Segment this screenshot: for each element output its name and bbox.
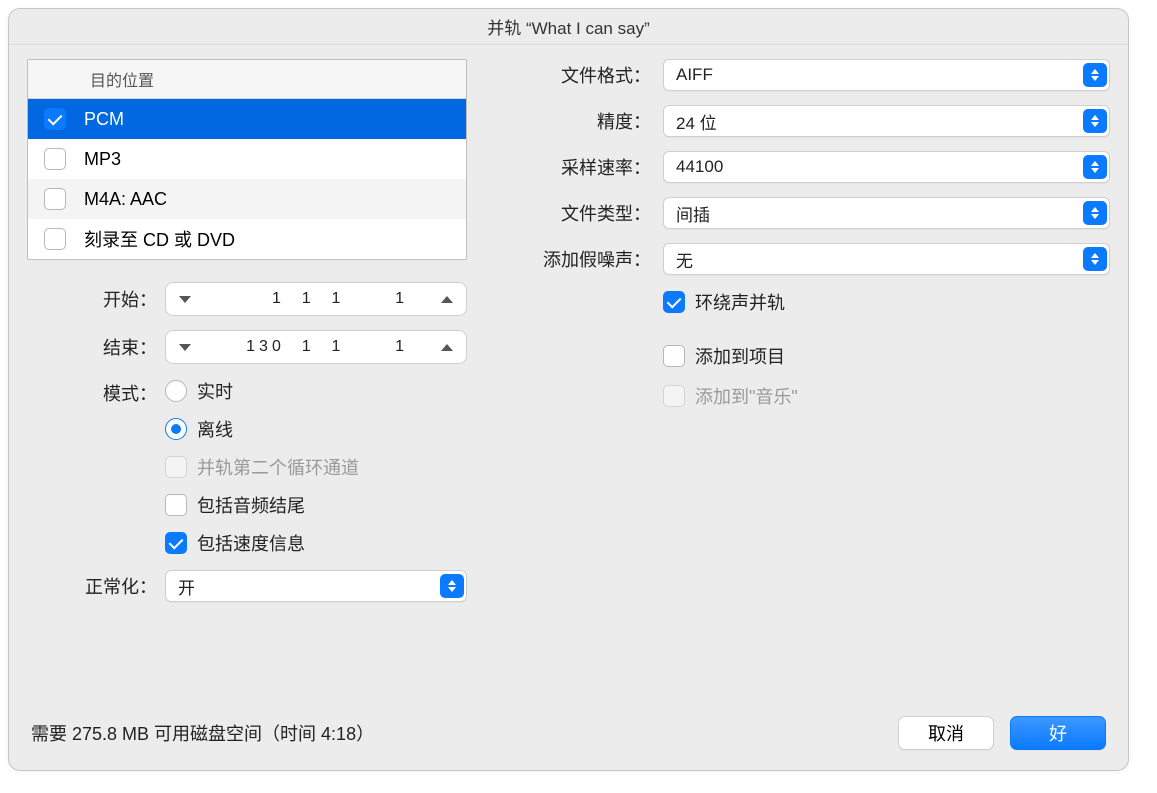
radio-offline[interactable] xyxy=(165,418,187,440)
file-format-label: 文件格式： xyxy=(521,62,651,88)
second-pass-row: 并轨第二个循环通道 xyxy=(165,454,359,480)
destination-label: PCM xyxy=(84,109,124,130)
checkbox-include-tail[interactable] xyxy=(165,494,187,516)
updown-icon xyxy=(1083,155,1107,179)
sample-rate-label: 采样速率： xyxy=(521,154,651,180)
mode-option-label: 离线 xyxy=(197,416,233,442)
dialog-content: 目的位置 PCM MP3 M4A: AAC 刻录至 CD 或 DVD xyxy=(9,45,1128,706)
select-value: 24 位 xyxy=(676,109,717,134)
file-type-select[interactable]: 间插 xyxy=(663,197,1110,229)
add-project-row[interactable]: 添加到项目 xyxy=(663,343,1110,369)
chevron-up-icon[interactable] xyxy=(432,286,462,312)
add-music-row: 添加到"音乐" xyxy=(663,383,1110,409)
include-tempo-label: 包括速度信息 xyxy=(197,530,305,556)
updown-icon xyxy=(1083,63,1107,87)
normalize-select[interactable]: 开 xyxy=(165,570,467,602)
add-music-label: 添加到"音乐" xyxy=(695,383,798,409)
surround-label: 环绕声并轨 xyxy=(695,289,785,315)
status-text: 需要 275.8 MB 可用磁盘空间（时间 4:18） xyxy=(31,720,374,746)
dialog-footer: 需要 275.8 MB 可用磁盘空间（时间 4:18） 取消 好 xyxy=(9,706,1128,770)
chevron-down-icon[interactable] xyxy=(170,286,200,312)
select-value: 无 xyxy=(676,247,693,272)
include-tempo-row[interactable]: 包括速度信息 xyxy=(165,530,359,556)
destination-label: 刻录至 CD 或 DVD xyxy=(84,226,235,252)
select-value: 开 xyxy=(178,574,195,599)
updown-icon xyxy=(1083,201,1107,225)
select-value: 44100 xyxy=(676,157,723,177)
mode-realtime[interactable]: 实时 xyxy=(165,378,359,404)
add-project-label: 添加到项目 xyxy=(695,343,785,369)
surround-row[interactable]: 环绕声并轨 xyxy=(663,289,1110,315)
destination-header: 目的位置 xyxy=(28,60,466,99)
destination-row-burn[interactable]: 刻录至 CD 或 DVD xyxy=(28,219,466,259)
checkbox-burn[interactable] xyxy=(44,228,66,250)
destination-list: 目的位置 PCM MP3 M4A: AAC 刻录至 CD 或 DVD xyxy=(27,59,467,260)
start-field[interactable]: 1 1 1 1 xyxy=(165,282,467,316)
updown-icon xyxy=(440,574,464,598)
bounce-dialog: 并轨 “What I can say” 目的位置 PCM MP3 M4A: AA… xyxy=(8,8,1129,771)
include-tail-label: 包括音频结尾 xyxy=(197,492,305,518)
mode-row: 模式： 实时 离线 并轨第二个循环通道 xyxy=(27,378,467,556)
ok-button[interactable]: 好 xyxy=(1010,716,1106,750)
end-row: 结束： 130 1 1 1 xyxy=(27,330,467,364)
cancel-button[interactable]: 取消 xyxy=(898,716,994,750)
sample-rate-row: 采样速率： 44100 xyxy=(521,151,1110,183)
checkbox-add-music xyxy=(663,385,685,407)
end-field[interactable]: 130 1 1 1 xyxy=(165,330,467,364)
updown-icon xyxy=(1083,247,1107,271)
second-pass-label: 并轨第二个循环通道 xyxy=(197,454,359,480)
start-label: 开始： xyxy=(27,286,157,312)
dither-label: 添加假噪声： xyxy=(521,246,651,272)
left-column: 目的位置 PCM MP3 M4A: AAC 刻录至 CD 或 DVD xyxy=(27,59,467,706)
sample-rate-select[interactable]: 44100 xyxy=(663,151,1110,183)
dither-row: 添加假噪声： 无 xyxy=(521,243,1110,275)
select-value: AIFF xyxy=(676,65,713,85)
mode-option-label: 实时 xyxy=(197,378,233,404)
destination-row-pcm[interactable]: PCM xyxy=(28,99,466,139)
file-type-label: 文件类型： xyxy=(521,200,651,226)
end-value[interactable]: 130 1 1 1 xyxy=(200,338,432,356)
start-row: 开始： 1 1 1 1 xyxy=(27,282,467,316)
end-label: 结束： xyxy=(27,334,157,360)
mode-label: 模式： xyxy=(27,378,157,406)
include-tail-row[interactable]: 包括音频结尾 xyxy=(165,492,359,518)
dither-select[interactable]: 无 xyxy=(663,243,1110,275)
destination-label: M4A: AAC xyxy=(84,189,167,210)
file-format-row: 文件格式： AIFF xyxy=(521,59,1110,91)
start-value[interactable]: 1 1 1 1 xyxy=(200,290,432,308)
resolution-select[interactable]: 24 位 xyxy=(663,105,1110,137)
destination-row-mp3[interactable]: MP3 xyxy=(28,139,466,179)
radio-realtime[interactable] xyxy=(165,380,187,402)
file-type-row: 文件类型： 间插 xyxy=(521,197,1110,229)
window-title: 并轨 “What I can say” xyxy=(9,9,1128,45)
checkbox-mp3[interactable] xyxy=(44,148,66,170)
checkbox-pcm[interactable] xyxy=(44,108,66,130)
updown-icon xyxy=(1083,109,1107,133)
checkbox-include-tempo[interactable] xyxy=(165,532,187,554)
mode-offline[interactable]: 离线 xyxy=(165,416,359,442)
destination-label: MP3 xyxy=(84,149,121,170)
chevron-down-icon[interactable] xyxy=(170,334,200,360)
resolution-label: 精度： xyxy=(521,108,651,134)
checkbox-add-project[interactable] xyxy=(663,345,685,367)
destination-row-m4a[interactable]: M4A: AAC xyxy=(28,179,466,219)
checkbox-surround[interactable] xyxy=(663,291,685,313)
resolution-row: 精度： 24 位 xyxy=(521,105,1110,137)
file-format-select[interactable]: AIFF xyxy=(663,59,1110,91)
checkbox-second-pass xyxy=(165,456,187,478)
chevron-up-icon[interactable] xyxy=(432,334,462,360)
normalize-label: 正常化： xyxy=(27,573,157,599)
select-value: 间插 xyxy=(676,201,710,226)
normalize-row: 正常化： 开 xyxy=(27,570,467,602)
checkbox-m4a[interactable] xyxy=(44,188,66,210)
right-column: 文件格式： AIFF 精度： 24 位 采样速率： 44100 xyxy=(521,59,1110,706)
